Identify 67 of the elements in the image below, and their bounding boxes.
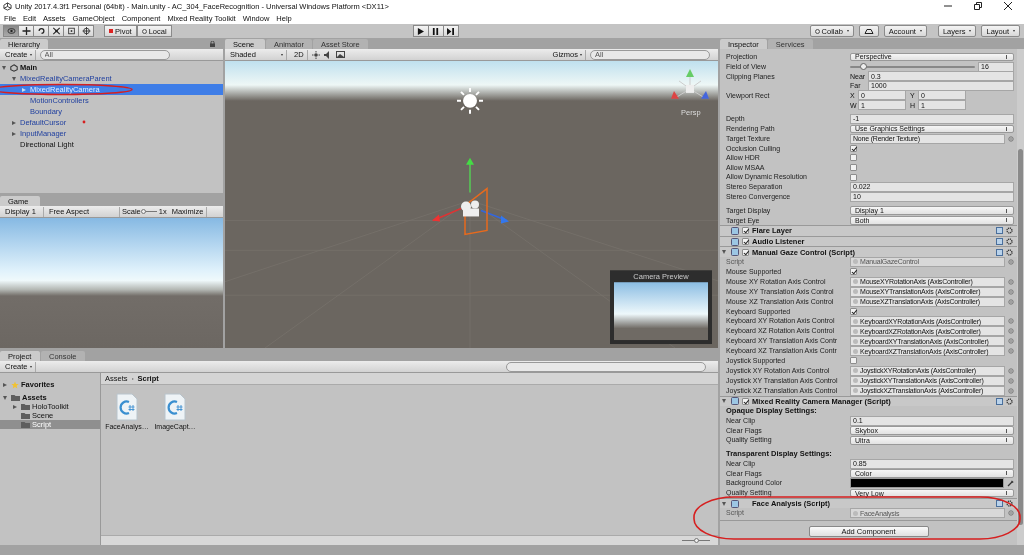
checkbox[interactable]: [850, 173, 857, 181]
help-book-icon[interactable]: [996, 500, 1003, 508]
scale-slider-thumb[interactable]: [140, 208, 146, 214]
help-book-icon[interactable]: [996, 398, 1003, 405]
tool-button[interactable]: [78, 25, 94, 37]
expand-arrow-icon[interactable]: [13, 404, 17, 409]
star-icon: [11, 380, 19, 389]
expand-arrow-icon[interactable]: [3, 382, 7, 387]
tool-button[interactable]: [63, 25, 79, 37]
close-icon[interactable]: [1004, 2, 1012, 10]
transform-icon: [81, 27, 91, 35]
expand-arrow-icon[interactable]: [12, 131, 16, 136]
expand-arrow-icon[interactable]: [2, 65, 6, 70]
rotate-icon: [36, 27, 46, 35]
minimize-icon[interactable]: [944, 2, 952, 10]
enable-checkbox[interactable]: [742, 238, 749, 245]
step-icon: [447, 27, 455, 35]
axis-gizmo-icon[interactable]: [671, 68, 709, 99]
restore-icon[interactable]: [974, 2, 982, 10]
help-book-icon[interactable]: [996, 227, 1003, 235]
enable-checkbox[interactable]: [742, 227, 749, 235]
component-icon: [731, 397, 739, 406]
expand-arrow-icon[interactable]: [12, 120, 16, 125]
tool-button[interactable]: [48, 25, 64, 37]
eyedropper-icon[interactable]: [1007, 479, 1014, 487]
cloud-icon: [863, 28, 874, 34]
tool-button[interactable]: [33, 25, 49, 37]
checkbox[interactable]: [850, 144, 857, 152]
slider-thumb[interactable]: [859, 63, 867, 71]
expand-arrow-icon[interactable]: [12, 76, 16, 81]
pause-icon: [432, 27, 440, 35]
csharp-file-icon[interactable]: [164, 393, 186, 421]
rect-tool-icon: [66, 27, 76, 35]
play-icon: [417, 27, 425, 35]
settings-icon[interactable]: [1006, 500, 1013, 508]
camera-gizmo-drawing[interactable]: [432, 157, 509, 236]
scale-icon: [51, 27, 61, 35]
expand-arrow-icon[interactable]: [3, 395, 7, 400]
tool-button[interactable]: [18, 25, 34, 37]
scrollbar-thumb[interactable]: [1018, 149, 1023, 525]
help-book-icon[interactable]: [996, 248, 1003, 256]
checkbox[interactable]: [850, 268, 857, 276]
zoom-slider-thumb[interactable]: [694, 537, 699, 543]
eye-icon: [6, 27, 16, 35]
lock-icon[interactable]: [210, 41, 215, 47]
checkbox[interactable]: [850, 164, 857, 172]
cloud-button[interactable]: [858, 25, 879, 37]
sun-icon[interactable]: [456, 86, 484, 115]
annotation-dot: [82, 120, 86, 124]
checkbox[interactable]: [850, 154, 857, 162]
help-book-icon[interactable]: [996, 238, 1003, 245]
foldout-arrow-icon[interactable]: [722, 399, 726, 404]
csharp-file-icon[interactable]: [116, 393, 138, 421]
enable-checkbox[interactable]: [742, 248, 749, 256]
settings-icon[interactable]: [1006, 398, 1013, 405]
foldout-arrow-icon[interactable]: [722, 501, 726, 506]
color-swatch[interactable]: [850, 478, 1004, 489]
search-field[interactable]: [506, 361, 706, 372]
image-icon[interactable]: [335, 51, 345, 58]
component-icon: [731, 499, 739, 508]
checkbox[interactable]: [850, 357, 857, 365]
checkbox[interactable]: [850, 307, 857, 315]
foldout-arrow-icon[interactable]: [722, 250, 726, 255]
play-button[interactable]: [412, 25, 429, 37]
lighting-icon[interactable]: [311, 50, 320, 59]
enable-checkbox[interactable]: [742, 398, 749, 405]
move-icon: [21, 27, 31, 35]
